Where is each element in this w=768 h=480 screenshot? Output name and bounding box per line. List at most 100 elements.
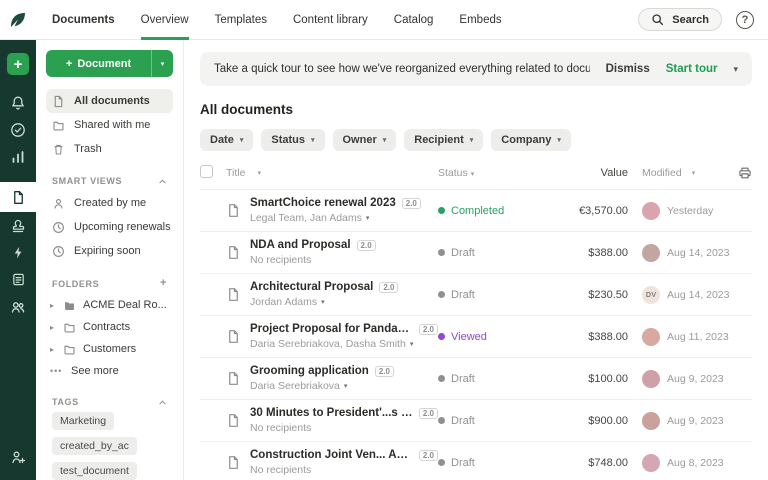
clock-icon (52, 245, 67, 258)
contacts-icon[interactable] (0, 293, 36, 320)
document-value: $100.00 (543, 373, 628, 385)
caret-down-icon: ▾ (240, 136, 244, 144)
sidebar-item-upcoming-renewals[interactable]: Upcoming renewals (46, 215, 173, 239)
filter-recipient[interactable]: Recipient▾ (404, 129, 483, 151)
sidebar-item-all-documents[interactable]: All documents (46, 89, 173, 113)
recipients[interactable]: Daria Serebriakova, Dasha Smith▾ (250, 338, 438, 350)
document-title[interactable]: Grooming application (250, 365, 369, 377)
tab-overview[interactable]: Overview (141, 0, 189, 40)
document-title[interactable]: Architectural Proposal (250, 281, 373, 293)
documents-section-icon[interactable] (0, 182, 36, 212)
clock-icon (52, 221, 67, 234)
tag-pill[interactable]: Marketing (52, 412, 114, 430)
folder-item-acme[interactable]: ▸ ACME Deal Ro... (46, 294, 173, 316)
document-title[interactable]: 30 Minutes to President'...s Proposal (250, 407, 413, 419)
tab-templates[interactable]: Templates (215, 0, 267, 40)
version-badge: 2.0 (419, 324, 438, 335)
recipients[interactable]: Daria Serebriakova▾ (250, 380, 394, 392)
recipients[interactable]: Legal Team, Jan Adams▾ (250, 212, 421, 224)
sidebar-item-shared-with-me[interactable]: Shared with me (46, 113, 173, 137)
filter-bar: Date▾ Status▾ Owner▾ Recipient▾ Company▾ (200, 129, 752, 151)
select-all-checkbox[interactable] (200, 165, 213, 178)
document-title[interactable]: Construction Joint Ven... Agreement (250, 449, 413, 461)
tab-embeds[interactable]: Embeds (459, 0, 501, 40)
filter-status[interactable]: Status▾ (261, 129, 324, 151)
status-dot (438, 417, 445, 424)
sidebar-item-created-by-me[interactable]: Created by me (46, 191, 173, 215)
modified-date: Aug 9, 2023 (667, 373, 724, 385)
collapse-chevron-icon[interactable] (158, 398, 167, 407)
folders-see-more[interactable]: ••• See more (46, 360, 173, 382)
tag-pill[interactable]: test_document (52, 462, 137, 480)
avatar (642, 412, 660, 430)
modified-date: Aug 8, 2023 (667, 457, 724, 469)
dismiss-button[interactable]: Dismiss (606, 63, 650, 75)
esign-stamp-icon[interactable] (0, 212, 36, 239)
tour-banner-text: Take a quick tour to see how we've reorg… (214, 63, 590, 75)
pandadoc-logo[interactable] (0, 10, 36, 30)
document-title[interactable]: Project Proposal for PandaDoc (250, 323, 413, 335)
tab-catalog[interactable]: Catalog (394, 0, 434, 40)
table-row[interactable]: Architectural Proposal2.0 Jordan Adams▾ … (200, 273, 752, 315)
table-header: Title▾ Status▾ Value Modified▾ (200, 165, 752, 189)
status-badge: Viewed (438, 331, 543, 343)
table-row[interactable]: Construction Joint Ven... Agreement2.0 N… (200, 441, 752, 480)
forms-icon[interactable] (0, 266, 36, 293)
status-badge: Completed (438, 205, 543, 217)
column-title[interactable]: Title▾ (226, 167, 438, 179)
table-row[interactable]: SmartChoice renewal 20232.0 Legal Team, … (200, 189, 752, 231)
filter-date[interactable]: Date▾ (200, 129, 253, 151)
rail-add-button[interactable]: + (7, 53, 29, 75)
start-tour-button[interactable]: Start tour (666, 63, 718, 75)
modified-date: Aug 9, 2023 (667, 415, 724, 427)
notifications-icon[interactable] (0, 89, 36, 116)
column-modified[interactable]: Modified▾ (628, 167, 728, 179)
section-title: TAGS (52, 397, 79, 407)
filter-company[interactable]: Company▾ (491, 129, 571, 151)
approvals-icon[interactable] (0, 116, 36, 143)
collapse-chevron-icon[interactable] (158, 177, 167, 186)
search-button[interactable]: Search (638, 8, 722, 31)
document-icon (226, 329, 241, 344)
chevron-right-icon: ▸ (50, 323, 58, 332)
status-dot (438, 333, 445, 340)
table-row[interactable]: 30 Minutes to President'...s Proposal2.0… (200, 399, 752, 441)
automations-icon[interactable] (0, 239, 36, 266)
avatar (642, 328, 660, 346)
sidebar-item-trash[interactable]: Trash (46, 137, 173, 161)
document-title[interactable]: SmartChoice renewal 2023 (250, 197, 396, 209)
chevron-down-icon[interactable]: ▾ (733, 64, 738, 75)
new-document-label: Document (77, 58, 131, 70)
document-icon (226, 287, 241, 302)
recipients[interactable]: Jordan Adams▾ (250, 296, 398, 308)
filter-owner[interactable]: Owner▾ (333, 129, 397, 151)
folder-item-contracts[interactable]: ▸ Contracts (46, 316, 173, 338)
caret-down-icon: ▾ (344, 382, 348, 390)
document-icon (52, 95, 67, 108)
sort-caret-icon: ▾ (471, 171, 475, 178)
column-status[interactable]: Status▾ (438, 167, 543, 179)
status-dot (438, 459, 445, 466)
folder-label: Contracts (83, 321, 130, 333)
reports-icon[interactable] (0, 143, 36, 170)
sort-caret-icon: ▾ (257, 169, 261, 177)
invite-user-icon[interactable] (0, 443, 36, 470)
folder-item-customers[interactable]: ▸ Customers (46, 338, 173, 360)
table-row[interactable]: Grooming application2.0 Daria Serebriako… (200, 357, 752, 399)
table-row[interactable]: Project Proposal for PandaDoc 2.0 Daria S… (200, 315, 752, 357)
document-title[interactable]: NDA and Proposal (250, 239, 351, 251)
document-icon (226, 371, 241, 386)
table-row[interactable]: NDA and Proposal2.0 No recipients Draft … (200, 231, 752, 273)
smart-views-header: SMART VIEWS (52, 176, 167, 186)
modified-date: Aug 14, 2023 (667, 247, 729, 259)
help-icon[interactable]: ? (736, 11, 754, 29)
add-folder-icon[interactable]: + (160, 278, 167, 289)
new-document-dropdown[interactable]: ▾ (151, 50, 173, 77)
sidebar-item-expiring-soon[interactable]: Expiring soon (46, 239, 173, 263)
tab-documents[interactable]: Documents (52, 0, 115, 40)
column-value[interactable]: Value (543, 167, 628, 179)
print-icon[interactable] (728, 166, 752, 180)
tab-content-library[interactable]: Content library (293, 0, 368, 40)
tag-pill[interactable]: created_by_ac (52, 437, 137, 455)
new-document-button[interactable]: +Document ▾ (46, 50, 173, 77)
